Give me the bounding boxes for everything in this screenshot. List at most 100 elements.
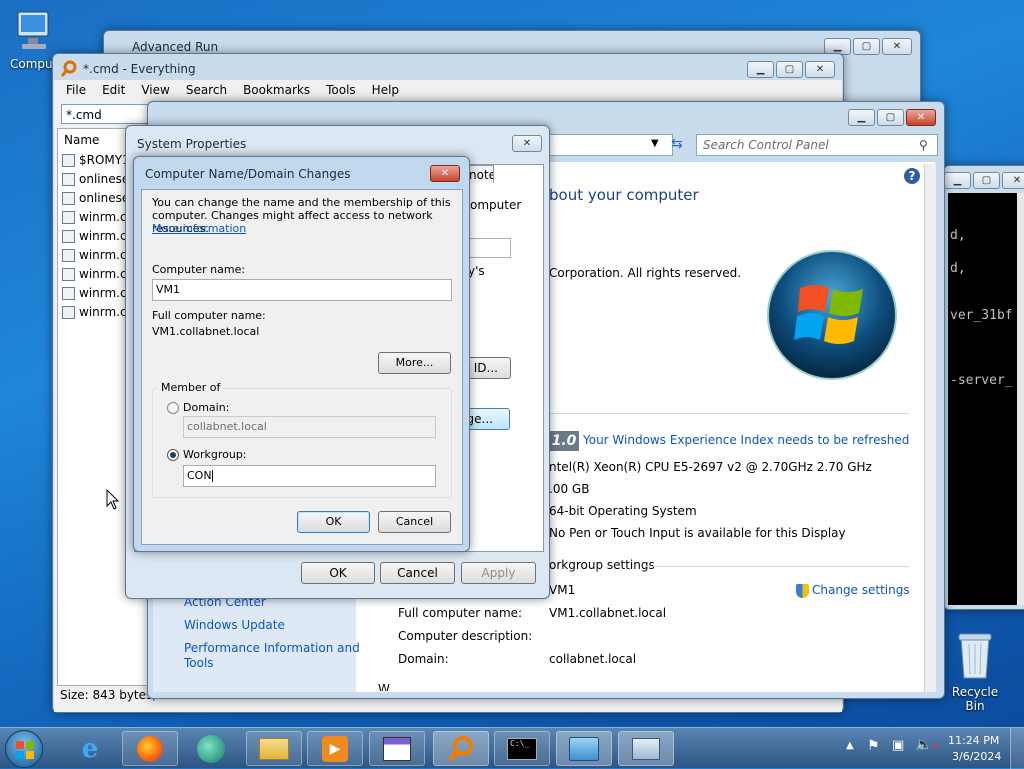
taskbar-everything[interactable] xyxy=(433,731,489,766)
list-item[interactable]: winrm.c xyxy=(62,229,127,243)
maximize-button[interactable]: ▢ xyxy=(877,109,904,126)
file-icon xyxy=(62,172,75,186)
taskbar-browser[interactable] xyxy=(183,731,239,766)
list-item[interactable]: onlinese xyxy=(62,191,129,205)
show-desktop-button[interactable] xyxy=(1010,728,1024,769)
menu-tools[interactable]: Tools xyxy=(326,83,356,97)
list-item[interactable]: winrm.c xyxy=(62,286,127,300)
internet-explorer-icon: e xyxy=(81,733,99,764)
menu-file[interactable]: File xyxy=(66,83,86,97)
search-icon[interactable]: ⚲ xyxy=(919,138,928,152)
everything-menubar: File Edit View Search Bookmarks Tools He… xyxy=(54,80,842,100)
close-button[interactable]: ✕ xyxy=(906,109,936,126)
show-hidden-icons[interactable]: ▲ xyxy=(846,740,854,751)
list-item[interactable]: onlinese xyxy=(62,172,129,186)
list-item[interactable]: $ROMY1 xyxy=(62,153,130,167)
search-control-panel-input[interactable]: Search Control Panel xyxy=(696,134,938,156)
maximize-button[interactable]: ▢ xyxy=(853,38,880,55)
close-button[interactable]: ✕ xyxy=(805,61,835,78)
network-icon[interactable]: ▣ xyxy=(892,738,904,753)
console-scrollbar[interactable] xyxy=(1017,193,1024,605)
taskbar-media-player[interactable]: ▶ xyxy=(307,731,363,766)
domain-radio-label[interactable]: Domain: xyxy=(183,401,229,414)
volume-muted-icon[interactable]: 🔈✕ xyxy=(915,737,940,753)
computer-description-input[interactable] xyxy=(466,238,511,258)
system-properties-ok-button[interactable]: OK xyxy=(301,562,375,584)
chevron-down-icon[interactable]: ▼ xyxy=(651,138,659,149)
console-line: d, xyxy=(950,261,966,276)
experience-index-link[interactable]: Your Windows Experience Index needs to b… xyxy=(583,433,909,447)
change-settings-link[interactable]: Change settings xyxy=(812,583,910,597)
control-panel-scrollbar[interactable] xyxy=(924,164,936,692)
domain-radio[interactable] xyxy=(167,402,179,414)
console-window[interactable]: ▁ ▢ ✕ d, d, ver_31bf -server_ xyxy=(943,165,1024,610)
column-header-name[interactable]: Name xyxy=(64,133,99,147)
everything-search-input[interactable]: *.cmd xyxy=(61,104,151,124)
domain-value: collabnet.local xyxy=(549,652,637,666)
system-properties-apply-button[interactable]: Apply xyxy=(461,562,536,584)
taskbar-internet-explorer[interactable]: e xyxy=(62,731,118,766)
recycle-bin-desktop-icon[interactable]: Recycle Bin xyxy=(942,630,1008,713)
domain-input[interactable]: collabnet.local xyxy=(183,416,436,438)
more-information-link[interactable]: More information xyxy=(152,222,246,235)
command-prompt-icon: C:\_ xyxy=(507,737,537,760)
list-item[interactable]: winrm.c xyxy=(62,210,127,224)
close-button[interactable]: ✕ xyxy=(430,165,460,182)
system-properties-cancel-button[interactable]: Cancel xyxy=(380,562,455,584)
more-button[interactable]: More... xyxy=(378,352,451,374)
system-properties-title: System Properties xyxy=(137,137,247,151)
menu-search[interactable]: Search xyxy=(186,83,227,97)
menu-help[interactable]: Help xyxy=(372,83,399,97)
start-button[interactable] xyxy=(5,730,43,768)
computer-name-input[interactable]: VM1 xyxy=(152,279,452,301)
taskbar-command-prompt[interactable]: C:\_ xyxy=(494,731,550,766)
list-item[interactable]: winrm.c xyxy=(62,267,127,281)
list-item[interactable]: winrm.c xyxy=(62,305,127,319)
taskbar-control-panel[interactable] xyxy=(556,731,612,766)
minimize-button[interactable]: ▁ xyxy=(747,61,774,78)
windows-update-link[interactable]: Windows Update xyxy=(184,618,285,632)
close-button[interactable]: ✕ xyxy=(1002,172,1024,189)
full-computer-name-label: Full computer name: xyxy=(152,309,266,322)
workgroup-settings-header: orkgroup settings xyxy=(549,558,655,572)
console-line: d, xyxy=(950,228,966,243)
everything-search-icon xyxy=(448,735,473,762)
taskbar-explorer[interactable] xyxy=(246,731,302,766)
menu-edit[interactable]: Edit xyxy=(102,83,125,97)
refresh-icon[interactable]: ⇆ xyxy=(671,136,683,152)
list-item[interactable]: winrm.c xyxy=(62,248,127,262)
action-center-flag-icon[interactable]: ⚑ xyxy=(867,738,880,754)
taskbar-system-properties[interactable] xyxy=(618,731,674,766)
menu-view[interactable]: View xyxy=(141,83,169,97)
dialog-title: Computer Name/Domain Changes xyxy=(145,167,351,181)
taskbar-firefox[interactable] xyxy=(122,731,178,766)
copyright-text: Corporation. All rights reserved. xyxy=(549,266,742,280)
maximize-button[interactable]: ▢ xyxy=(776,61,803,78)
recycle-bin-icon xyxy=(958,633,992,679)
clock-time[interactable]: 11:24 PM xyxy=(948,734,999,747)
computer-desktop-icon[interactable]: Compu xyxy=(10,10,58,71)
performance-information-link[interactable]: Performance Information and xyxy=(184,641,360,655)
taskbar-advanced-run[interactable] xyxy=(369,731,425,766)
workgroup-radio[interactable] xyxy=(167,449,179,461)
maximize-button[interactable]: ▢ xyxy=(973,172,1000,189)
minimize-button[interactable]: ▁ xyxy=(944,172,971,189)
close-button[interactable]: ✕ xyxy=(882,38,912,55)
menu-bookmarks[interactable]: Bookmarks xyxy=(243,83,310,97)
taskbar: e ▶ C:\_ ▲ ⚑ ▣ 🔈✕ 11:24 PM 3/6/2024 xyxy=(0,727,1024,769)
advanced-run-title: Advanced Run xyxy=(132,40,219,54)
computer-icon xyxy=(17,11,49,49)
help-icon[interactable]: ? xyxy=(904,168,920,184)
computer-name-label: Computer name: xyxy=(152,263,246,276)
workgroup-radio-label[interactable]: Workgroup: xyxy=(183,448,247,461)
close-button[interactable]: ✕ xyxy=(512,135,542,152)
workgroup-input[interactable]: CON xyxy=(183,465,436,487)
minimize-button[interactable]: ▁ xyxy=(848,109,875,126)
dialog-cancel-button[interactable]: Cancel xyxy=(378,511,451,533)
dialog-ok-button[interactable]: OK xyxy=(297,511,370,533)
console-line: -server_ xyxy=(950,373,1013,388)
full-name-label: Full computer name: xyxy=(398,606,523,620)
performance-tools-link[interactable]: Tools xyxy=(184,656,214,670)
clock-date[interactable]: 3/6/2024 xyxy=(952,750,1001,763)
windows-logo-icon xyxy=(16,741,34,759)
